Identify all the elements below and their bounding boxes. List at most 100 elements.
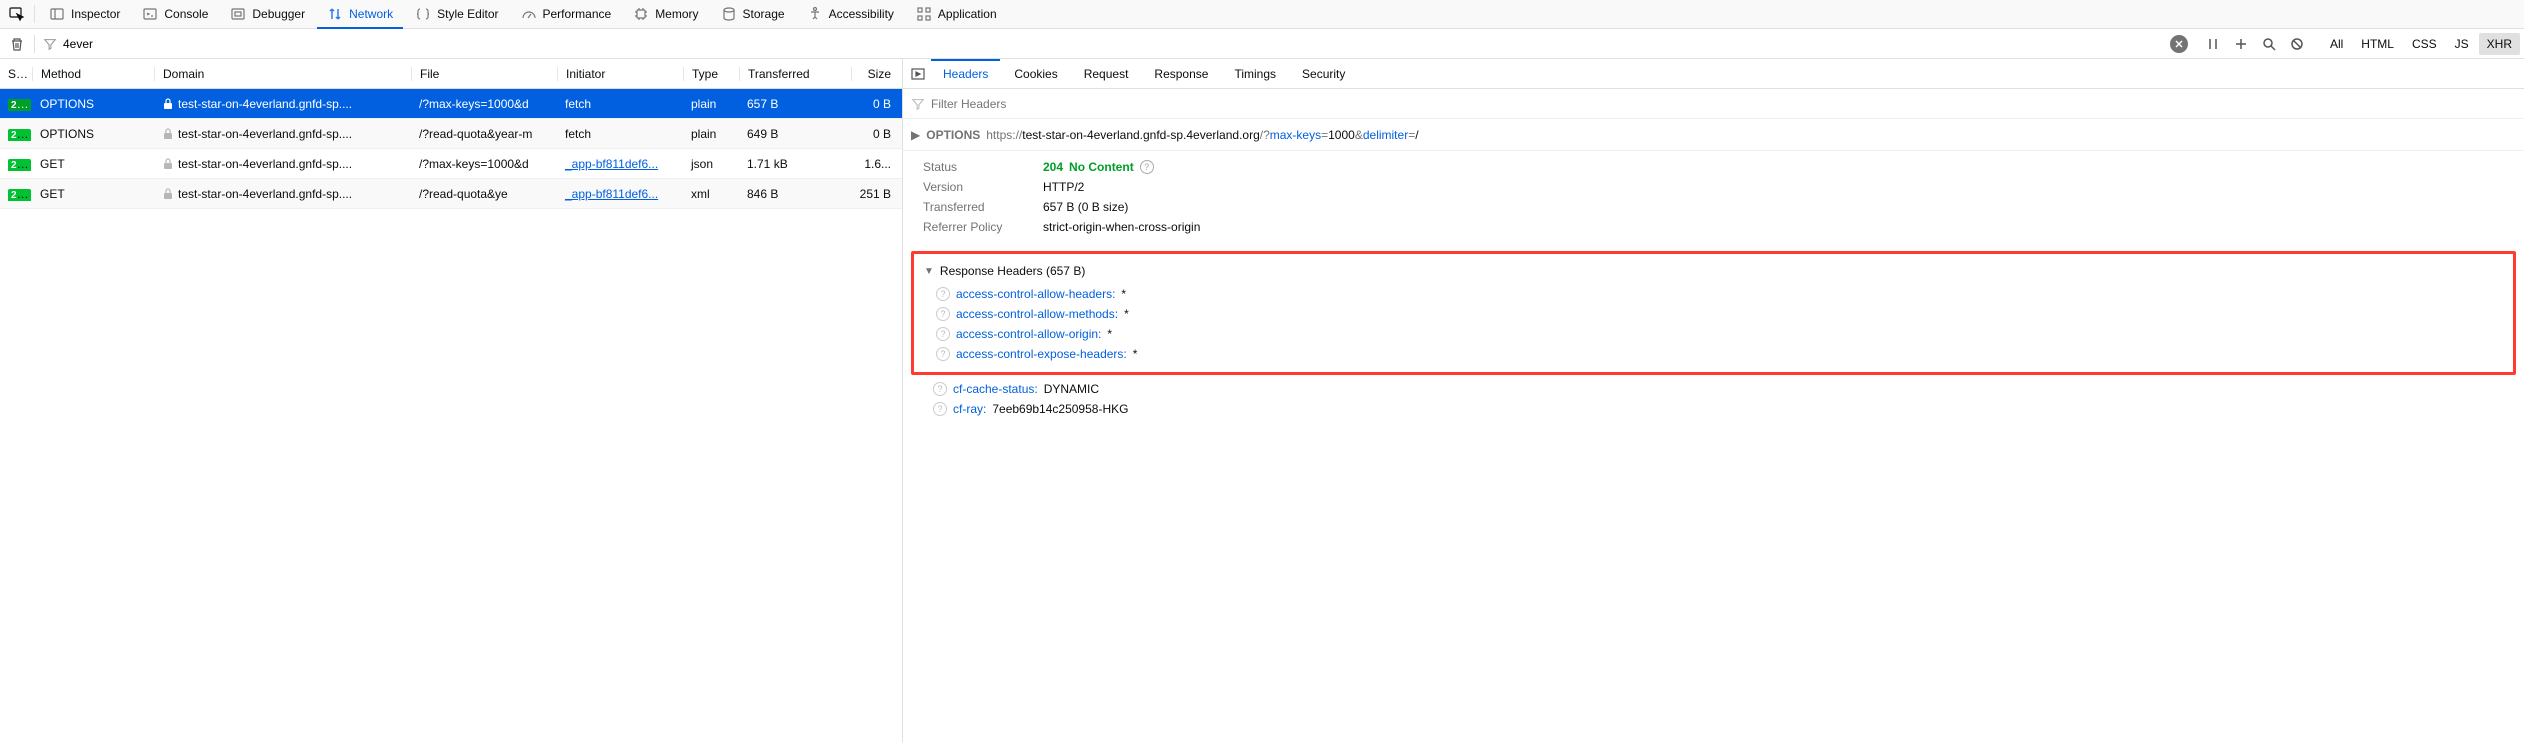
search-icon[interactable] bbox=[2256, 32, 2282, 56]
filter-headers-input[interactable] bbox=[931, 97, 2516, 111]
cell-initiator: fetch bbox=[557, 97, 683, 111]
pause-icon[interactable] bbox=[2200, 32, 2226, 56]
help-icon[interactable]: ? bbox=[936, 287, 950, 301]
cell-type: xml bbox=[683, 187, 739, 201]
tab-accessibility[interactable]: Accessibility bbox=[797, 0, 904, 28]
cell-domain: test-star-on-4everland.gnfd-sp.... bbox=[154, 127, 411, 141]
chevron-right-icon[interactable]: ▶ bbox=[911, 128, 920, 142]
status-badge: 204 bbox=[8, 129, 31, 141]
filter-css[interactable]: CSS bbox=[2404, 33, 2445, 55]
toggle-raw-icon[interactable] bbox=[907, 62, 929, 86]
main-split: S... Method Domain File Initiator Type T… bbox=[0, 59, 2524, 742]
col-transferred[interactable]: Transferred bbox=[739, 67, 851, 81]
tab-console[interactable]: Console bbox=[132, 0, 218, 28]
cell-initiator: _app-bf811def6... bbox=[557, 157, 683, 171]
help-icon[interactable]: ? bbox=[936, 327, 950, 341]
cell-file: /?max-keys=1000&d bbox=[411, 157, 557, 171]
status-code: 204 bbox=[1043, 160, 1063, 174]
header-name: access-control-allow-headers: bbox=[956, 287, 1115, 301]
response-headers-section[interactable]: ▼ Response Headers (657 B) bbox=[916, 258, 2511, 284]
cell-initiator: _app-bf811def6... bbox=[557, 187, 683, 201]
filter-all[interactable]: All bbox=[2322, 33, 2351, 55]
devtools-tabbar: Inspector Console Debugger Network Style… bbox=[0, 0, 2524, 29]
header-name: cf-cache-status: bbox=[953, 382, 1038, 396]
block-icon[interactable] bbox=[2284, 32, 2310, 56]
cell-method: OPTIONS bbox=[32, 97, 154, 111]
help-icon[interactable]: ? bbox=[1140, 160, 1154, 174]
header-value: 7eeb69b14c250958-HKG bbox=[992, 402, 1128, 416]
cell-size: 1.6... bbox=[851, 157, 899, 171]
table-row[interactable]: 204OPTIONStest-star-on-4everland.gnfd-sp… bbox=[0, 119, 902, 149]
lock-icon bbox=[162, 128, 174, 140]
help-icon[interactable]: ? bbox=[936, 347, 950, 361]
help-icon[interactable]: ? bbox=[936, 307, 950, 321]
col-file[interactable]: File bbox=[411, 67, 557, 81]
transferred-label: Transferred bbox=[923, 200, 1043, 214]
help-icon[interactable]: ? bbox=[933, 382, 947, 396]
help-icon[interactable]: ? bbox=[933, 402, 947, 416]
request-method: OPTIONS bbox=[926, 128, 980, 142]
request-url: https://test-star-on-4everland.gnfd-sp.4… bbox=[986, 128, 1418, 142]
cell-transferred: 846 B bbox=[739, 187, 851, 201]
cell-size: 0 B bbox=[851, 127, 899, 141]
tab-network[interactable]: Network bbox=[317, 1, 403, 29]
transferred-value: 657 B (0 B size) bbox=[1043, 200, 1128, 214]
tab-debugger[interactable]: Debugger bbox=[220, 0, 315, 28]
table-row[interactable]: 200GETtest-star-on-4everland.gnfd-sp....… bbox=[0, 179, 902, 209]
toolbar-separator bbox=[34, 35, 35, 53]
status-badge: 200 bbox=[8, 159, 31, 171]
cell-file: /?read-quota&year-m bbox=[411, 127, 557, 141]
tab-label: Inspector bbox=[71, 7, 120, 21]
tab-label: Performance bbox=[542, 7, 611, 21]
table-row[interactable]: 204OPTIONStest-star-on-4everland.gnfd-sp… bbox=[0, 89, 902, 119]
cell-method: GET bbox=[32, 157, 154, 171]
cell-type: json bbox=[683, 157, 739, 171]
cell-method: GET bbox=[32, 187, 154, 201]
header-value: * bbox=[1133, 347, 1138, 361]
col-size[interactable]: Size bbox=[851, 67, 899, 81]
details-tab-timings[interactable]: Timings bbox=[1222, 59, 1288, 88]
header-name: access-control-allow-methods: bbox=[956, 307, 1118, 321]
clear-icon[interactable] bbox=[4, 32, 30, 56]
details-tab-request[interactable]: Request bbox=[1072, 59, 1141, 88]
col-type[interactable]: Type bbox=[683, 67, 739, 81]
filter-html[interactable]: HTML bbox=[2353, 33, 2402, 55]
status-badge: 204 bbox=[8, 99, 31, 111]
tab-label: Accessibility bbox=[829, 7, 894, 21]
tab-application[interactable]: Application bbox=[906, 0, 1007, 28]
col-status[interactable]: S... bbox=[0, 67, 32, 81]
filter-js[interactable]: JS bbox=[2447, 33, 2477, 55]
tab-memory[interactable]: Memory bbox=[623, 0, 708, 28]
request-summary-line[interactable]: ▶ OPTIONS https://test-star-on-4everland… bbox=[903, 119, 2524, 151]
clear-filter-icon[interactable] bbox=[2170, 35, 2188, 53]
cell-type: plain bbox=[683, 127, 739, 141]
filter-input-wrapper bbox=[39, 32, 2166, 56]
filter-xhr[interactable]: XHR bbox=[2479, 33, 2520, 55]
version-label: Version bbox=[923, 180, 1043, 194]
tab-performance[interactable]: Performance bbox=[510, 0, 621, 28]
tab-storage[interactable]: Storage bbox=[711, 0, 795, 28]
header-value: * bbox=[1124, 307, 1129, 321]
col-domain[interactable]: Domain bbox=[154, 67, 411, 81]
details-tab-headers[interactable]: Headers bbox=[931, 59, 1000, 88]
col-method[interactable]: Method bbox=[32, 67, 154, 81]
pick-element-icon[interactable] bbox=[4, 2, 30, 26]
tab-style-editor[interactable]: Style Editor bbox=[405, 0, 508, 28]
referrer-label: Referrer Policy bbox=[923, 220, 1043, 234]
status-text: No Content bbox=[1069, 160, 1134, 174]
details-tab-security[interactable]: Security bbox=[1290, 59, 1357, 88]
details-panel: Headers Cookies Request Response Timings… bbox=[903, 59, 2524, 742]
add-icon[interactable] bbox=[2228, 32, 2254, 56]
cell-type: plain bbox=[683, 97, 739, 111]
cell-method: OPTIONS bbox=[32, 127, 154, 141]
filter-urls-input[interactable] bbox=[63, 37, 2162, 51]
request-header-row: S... Method Domain File Initiator Type T… bbox=[0, 59, 902, 89]
cell-domain: test-star-on-4everland.gnfd-sp.... bbox=[154, 97, 411, 111]
cell-transferred: 657 B bbox=[739, 97, 851, 111]
details-tab-cookies[interactable]: Cookies bbox=[1002, 59, 1069, 88]
col-initiator[interactable]: Initiator bbox=[557, 67, 683, 81]
table-row[interactable]: 200GETtest-star-on-4everland.gnfd-sp....… bbox=[0, 149, 902, 179]
details-tab-response[interactable]: Response bbox=[1142, 59, 1220, 88]
chevron-down-icon: ▼ bbox=[924, 266, 934, 277]
tab-inspector[interactable]: Inspector bbox=[39, 0, 130, 28]
